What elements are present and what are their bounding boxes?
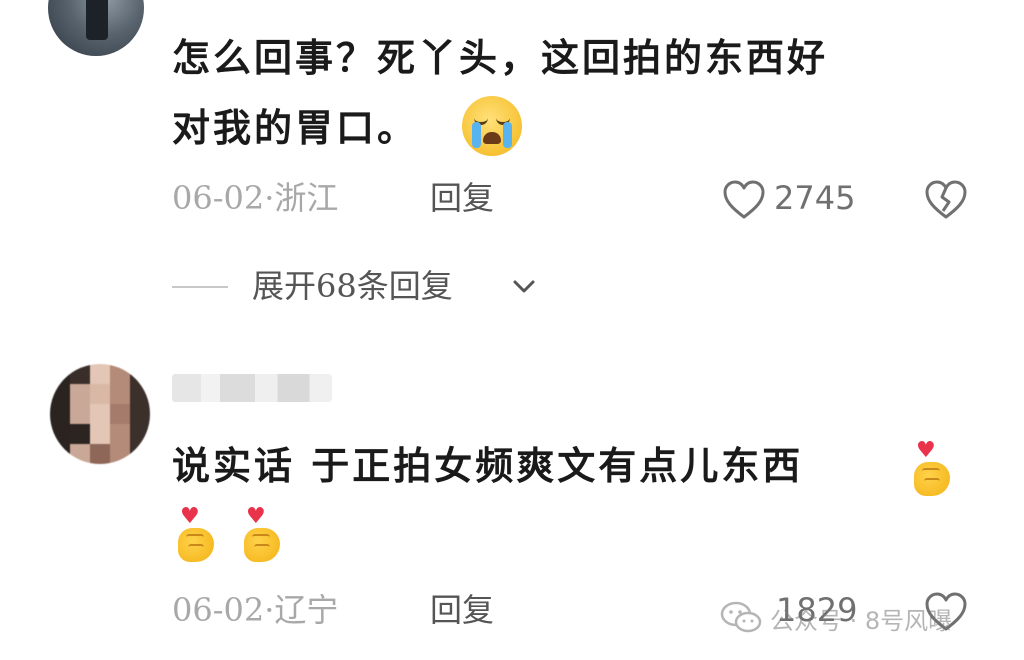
hand-glyph	[244, 528, 280, 562]
avatar-pixel	[70, 364, 90, 384]
avatar-pixel	[90, 444, 110, 464]
like-count: 2745	[774, 179, 856, 217]
expand-replies-button[interactable]: 展开68条回复	[252, 266, 453, 306]
loudly-crying-face-icon	[462, 96, 522, 156]
hand-glyph	[914, 462, 950, 496]
finger-heart-icon: ♥	[912, 440, 956, 500]
emoji-mouth	[483, 132, 501, 144]
avatar-pixel	[110, 404, 130, 424]
comment-feed: 怎么回事？死丫头，这回拍的东西好 对我的胃口。 06-02·浙江 回复 2745…	[0, 0, 1024, 660]
expand-replies-label: 展开68条回复	[252, 267, 453, 305]
chevron-down-icon[interactable]	[512, 278, 536, 296]
avatar-figure	[86, 0, 108, 40]
comment-text-line: 对我的胃口。	[172, 105, 419, 150]
reply-button[interactable]: 回复	[430, 178, 494, 218]
expand-divider	[172, 286, 228, 288]
emoji-tear	[472, 122, 481, 148]
comment-text: 说实话 于正拍女频爽文有点儿东西	[172, 443, 804, 488]
watermark-text: 公众号 · 8号风曝	[770, 606, 953, 635]
finger-heart-icon: ♥	[242, 506, 286, 566]
comment-text: 怎么回事？死丫头，这回拍的东西好	[172, 35, 829, 80]
heart-glyph: ♥	[180, 504, 200, 529]
watermark: 公众号 · 8号风曝	[720, 596, 952, 640]
reply-button[interactable]: 回复	[430, 590, 494, 630]
comment-date-location: 06-02·浙江	[172, 179, 339, 217]
heart-icon[interactable]	[722, 180, 766, 220]
broken-heart-icon[interactable]	[924, 180, 968, 220]
comment-date-location: 06-02·辽宁	[172, 591, 339, 629]
avatar[interactable]	[48, 0, 144, 56]
wechat-icon	[720, 601, 762, 633]
emoji-tear	[503, 122, 512, 148]
comment-text-continued: 对我的胃口。	[172, 94, 418, 162]
finger-heart-icon: ♥	[176, 506, 220, 566]
heart-glyph: ♥	[246, 504, 266, 529]
username-blurred[interactable]	[172, 374, 332, 402]
hand-glyph	[178, 528, 214, 562]
avatar-pixel	[90, 384, 110, 404]
avatar-pixel	[70, 424, 90, 444]
avatar[interactable]	[50, 364, 150, 464]
heart-glyph: ♥	[916, 438, 936, 463]
